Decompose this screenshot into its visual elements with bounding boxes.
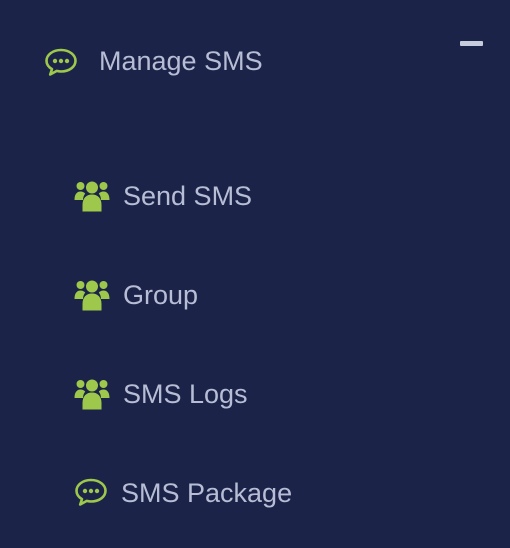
users-group-icon xyxy=(74,277,110,311)
menu-item-sms-logs[interactable]: SMS Logs xyxy=(60,362,460,426)
collapse-button[interactable] xyxy=(458,34,486,54)
menu-item-send-sms[interactable]: Send SMS xyxy=(60,164,460,228)
users-group-icon xyxy=(74,376,110,410)
sms-sidebar-menu: Manage SMS Send SMS Group SMS Logs SMS P… xyxy=(0,0,510,548)
menu-header-label: Manage SMS xyxy=(99,46,263,76)
menu-item-sms-package[interactable]: SMS Package xyxy=(60,461,460,525)
menu-item-label: SMS Logs xyxy=(123,379,248,409)
menu-item-label: Group xyxy=(123,280,199,310)
menu-header-manage-sms[interactable]: Manage SMS xyxy=(0,0,510,124)
minus-icon xyxy=(460,41,483,46)
menu-item-label: SMS Package xyxy=(121,478,293,508)
chat-bubble-icon xyxy=(74,477,110,511)
menu-item-label: Send SMS xyxy=(123,181,253,211)
menu-item-group[interactable]: Group xyxy=(60,263,460,327)
users-group-icon xyxy=(74,178,110,212)
chat-bubble-icon xyxy=(44,47,78,77)
